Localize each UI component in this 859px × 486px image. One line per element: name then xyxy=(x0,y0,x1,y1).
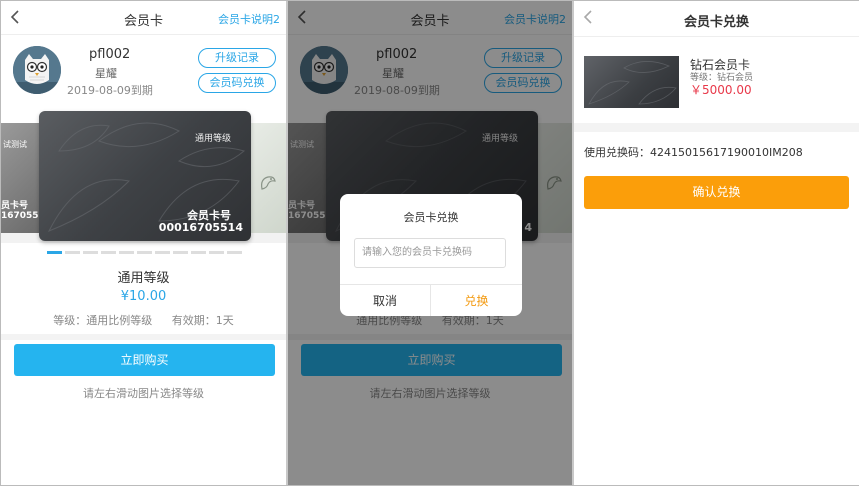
username: pfl002 xyxy=(89,47,131,62)
user-level: 星耀 xyxy=(95,67,117,80)
section-divider xyxy=(574,123,859,132)
tier-validity-info: 有效期：1天 xyxy=(171,314,234,327)
swipe-hint: 请左右滑动图片选择等级 xyxy=(83,387,204,400)
nav-bar: 会员卡兑换 xyxy=(574,1,859,37)
redeem-confirm-screen: 会员卡兑换 钻石会员卡 等级：钻石会员 ￥5000.00 使用兑换码：42415… xyxy=(574,1,859,485)
upgrade-record-button[interactable]: 升级记录 xyxy=(198,48,276,68)
screenshot-frame: 会员卡 会员卡说明2 pfl002 星耀 2019-08-09到期 升级记录 会… xyxy=(0,0,859,486)
dialog-redeem-button[interactable]: 兑换 xyxy=(431,285,522,316)
carousel-dot[interactable] xyxy=(209,251,224,254)
dialog-title: 会员卡兑换 xyxy=(403,211,459,224)
redeem-code-row: 使用兑换码：42415015617190010IM208 xyxy=(584,144,803,160)
carousel-dot[interactable] xyxy=(101,251,116,254)
confirm-redeem-button[interactable]: 确认兑换 xyxy=(584,176,849,209)
carousel-dot[interactable] xyxy=(155,251,170,254)
member-card[interactable]: 通用等级 会员卡号 00016705514 xyxy=(39,111,251,241)
tier-price: ¥10.00 xyxy=(120,289,167,304)
redeem-code-label: 使用兑换码： xyxy=(584,146,650,159)
user-profile: pfl002 星耀 2019-08-09到期 升级记录 会员码兑换 xyxy=(1,36,286,106)
member-card-screen: 会员卡 会员卡说明2 pfl002 星耀 2019-08-09到期 升级记录 会… xyxy=(1,1,286,485)
tier-level-info: 等级：通用比例等级 xyxy=(53,314,153,327)
carousel-dot[interactable] xyxy=(65,251,80,254)
card-number: 00016705514 xyxy=(158,221,243,234)
carousel-dot[interactable] xyxy=(137,251,152,254)
carousel-dot[interactable] xyxy=(227,251,242,254)
redeem-code-value: 42415015617190010IM208 xyxy=(650,146,803,159)
expire-date: 2019-08-09到期 xyxy=(67,84,153,97)
leaf-pattern-icon xyxy=(588,61,677,105)
page-title: 会员卡兑换 xyxy=(683,15,749,30)
buy-now-button[interactable]: 立即购买 xyxy=(14,344,275,376)
tier-name: 通用等级 xyxy=(117,271,170,286)
carousel-dot[interactable] xyxy=(191,251,206,254)
dialog-footer: 取消 兑换 xyxy=(340,284,522,316)
card-tier: 通用等级 xyxy=(194,134,231,144)
next-card[interactable] xyxy=(250,123,286,233)
product-card-image xyxy=(584,56,679,108)
section-divider xyxy=(1,334,286,340)
bird-decoration-icon xyxy=(261,176,276,190)
prev-card-label: 员卡号 xyxy=(1,201,29,211)
carousel-dot[interactable] xyxy=(47,251,62,254)
redeem-code-input[interactable]: 请输入您的会员卡兑换码 xyxy=(354,238,506,268)
prev-card-tier: 试测试 xyxy=(3,140,27,149)
tier-info: 等级：通用比例等级 有效期：1天 xyxy=(1,312,286,328)
owl-avatar-icon xyxy=(13,46,61,94)
product-summary: 钻石会员卡 等级：钻石会员 ￥5000.00 xyxy=(574,38,859,122)
dialog-cancel-button[interactable]: 取消 xyxy=(340,285,431,316)
member-card-redeem-dialog-screen: 会员卡 会员卡说明2 pfl002 星耀 2019-08-09到期 升级记录 会… xyxy=(288,1,572,485)
avatar xyxy=(13,46,61,94)
product-price: ￥5000.00 xyxy=(690,83,752,97)
carousel-dot[interactable] xyxy=(119,251,134,254)
carousel-dot[interactable] xyxy=(173,251,188,254)
redeem-dialog: 会员卡兑换 请输入您的会员卡兑换码 取消 兑换 xyxy=(340,194,522,316)
nav-bar: 会员卡 会员卡说明2 xyxy=(1,1,286,35)
prev-card[interactable]: 试测试 员卡号 16705514 xyxy=(1,123,51,233)
card-carousel[interactable]: 试测试 员卡号 16705514 通用等级 会员卡号 00016705514 xyxy=(1,111,286,243)
member-code-redeem-button[interactable]: 会员码兑换 xyxy=(198,73,276,93)
card-description-link[interactable]: 会员卡说明2 xyxy=(218,11,280,27)
carousel-dot[interactable] xyxy=(83,251,98,254)
